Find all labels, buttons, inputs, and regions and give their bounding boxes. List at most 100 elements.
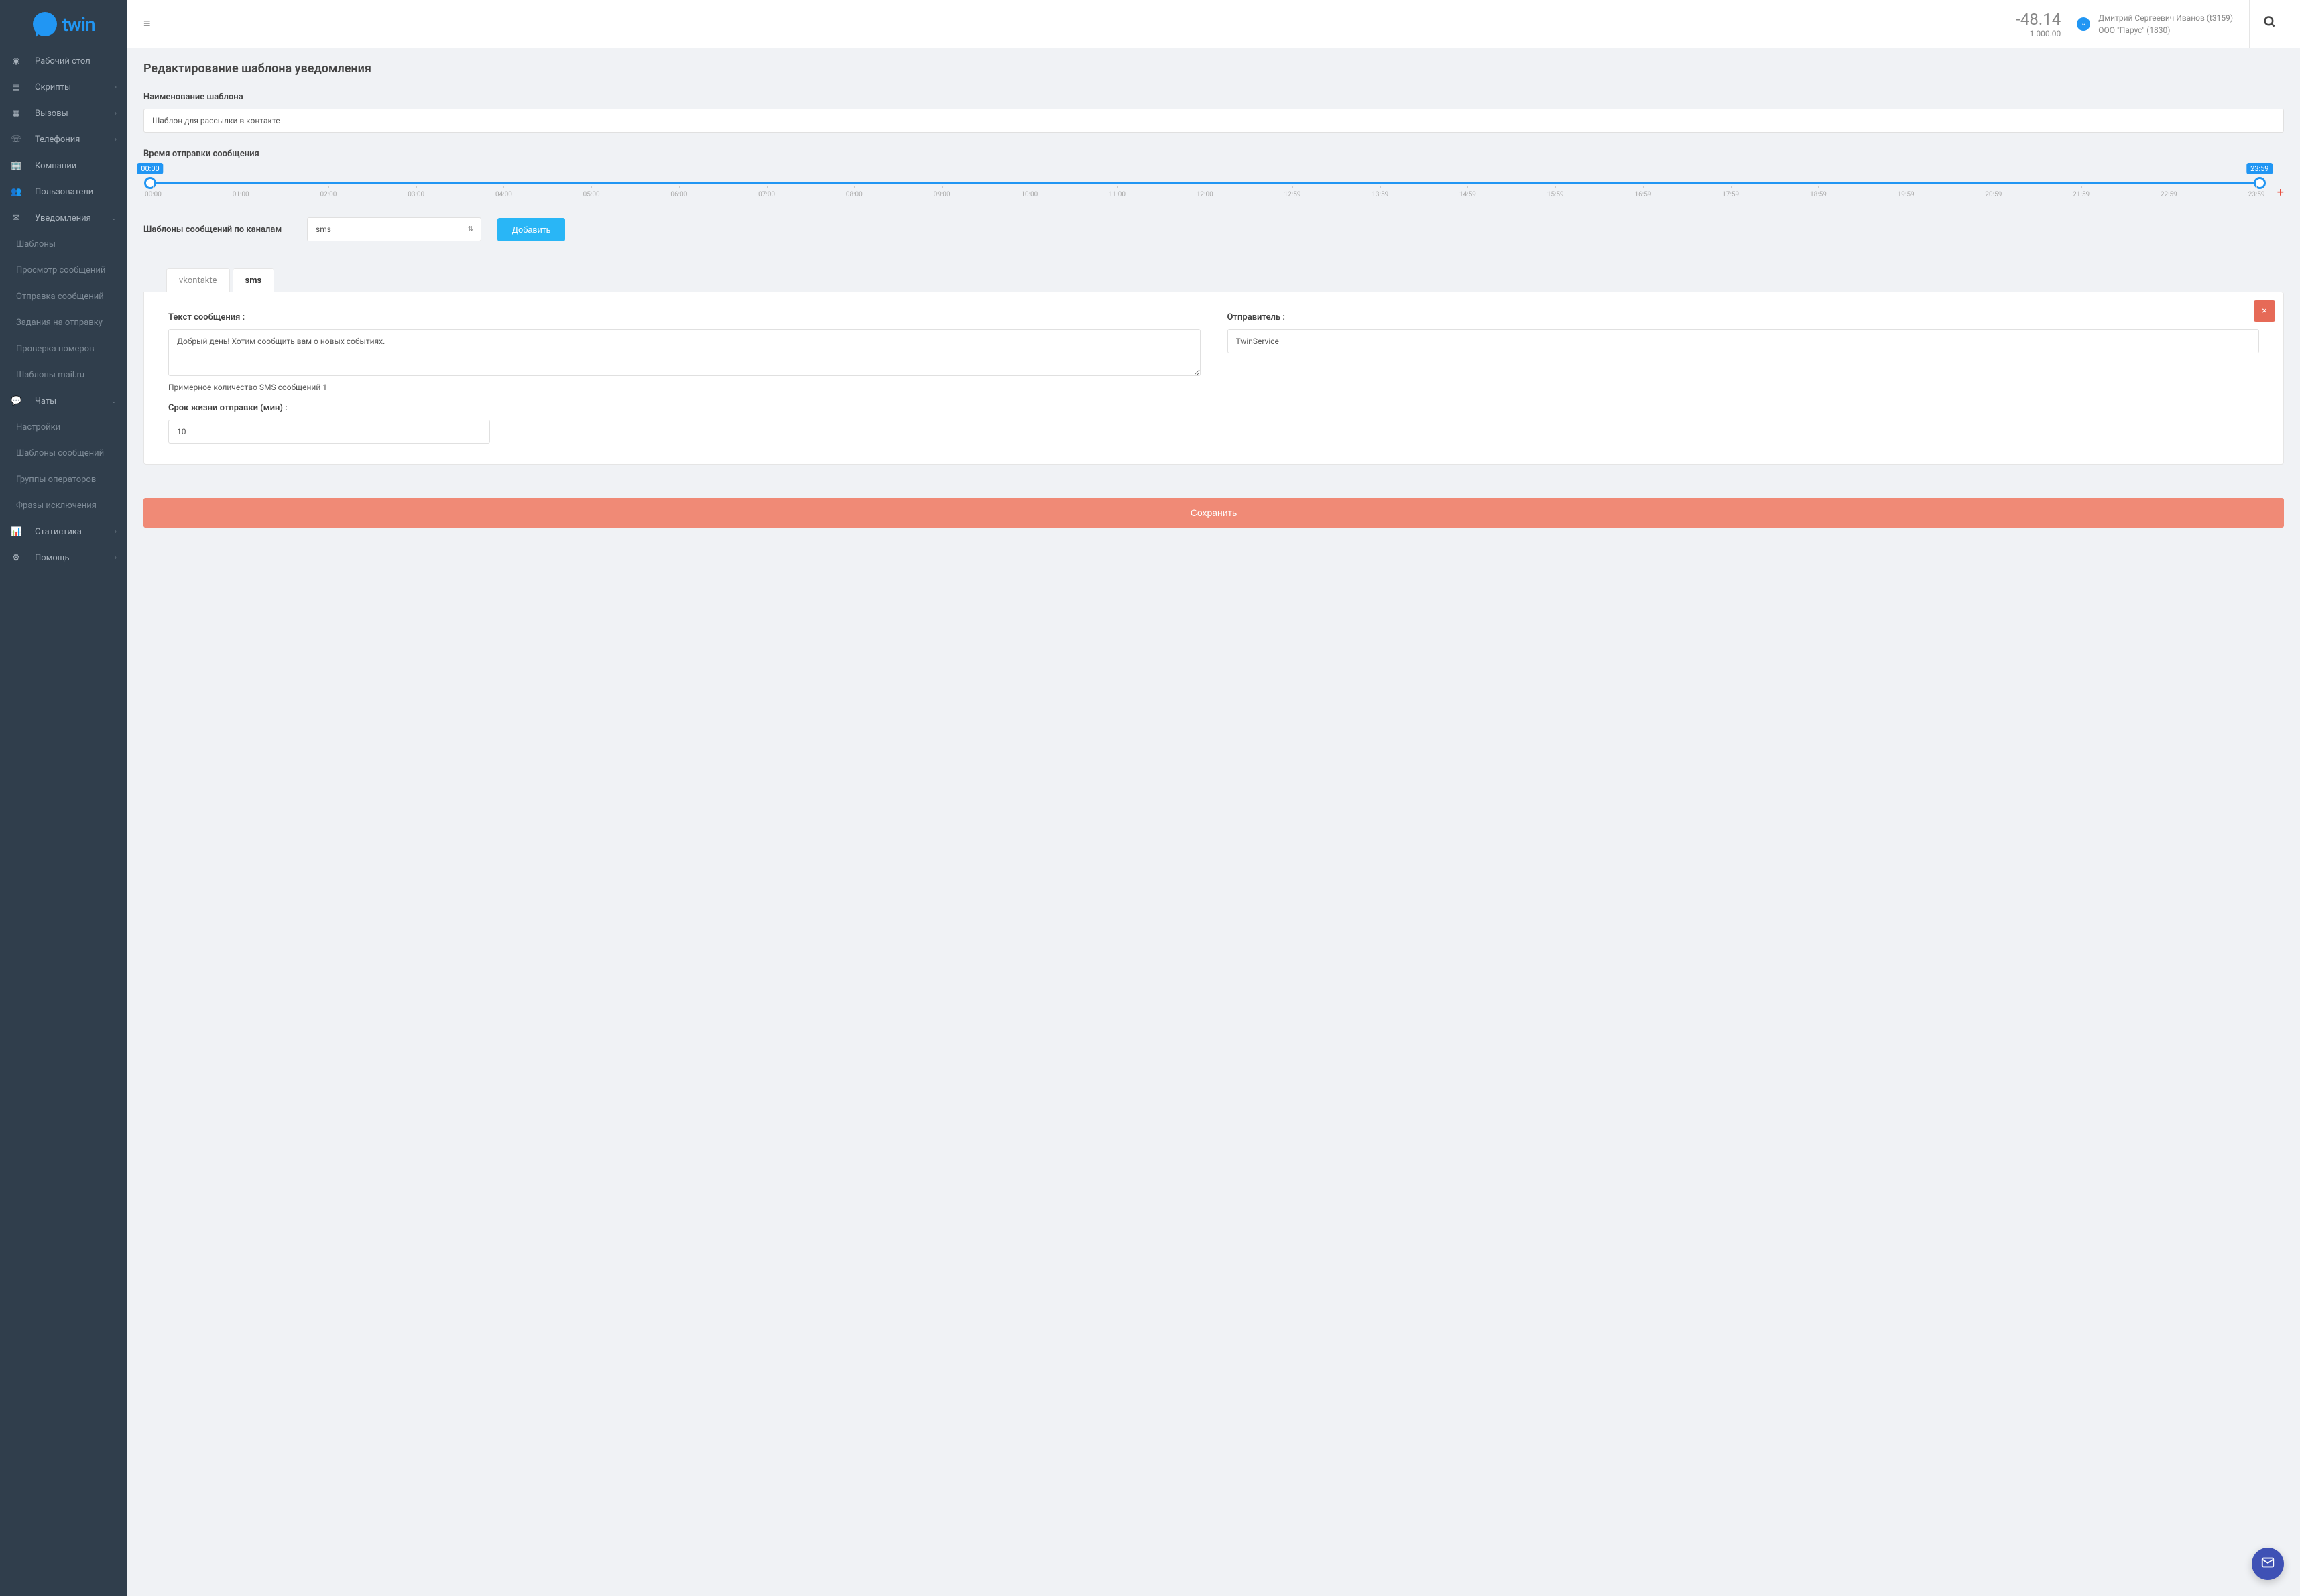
chevron-right-icon: › — [115, 136, 117, 143]
tab-vkontakte[interactable]: vkontakte — [166, 268, 230, 292]
sub-nav-item[interactable]: Настройки — [0, 414, 127, 440]
users-icon: 👥 — [11, 187, 21, 197]
gear-icon: ⚙ — [11, 553, 21, 563]
message-text-label: Текст сообщения : — [168, 312, 1201, 322]
nav-label: Рабочий стол — [35, 56, 117, 66]
sub-nav-item[interactable]: Отправка сообщений — [0, 284, 127, 310]
slider-tick: 10:00 — [1021, 191, 1038, 198]
sub-nav-item[interactable]: Группы операторов — [0, 467, 127, 493]
add-time-range-button[interactable]: + — [2277, 166, 2284, 200]
sub-nav-item[interactable]: Шаблоны — [0, 231, 127, 257]
sender-input[interactable] — [1227, 329, 2260, 353]
page-title: Редактирование шаблона уведомления — [143, 62, 2284, 76]
sub-nav-item[interactable]: Шаблоны mail.ru — [0, 362, 127, 388]
slider-tick: 21:59 — [2073, 191, 2090, 198]
slider-tick: 11:00 — [1109, 191, 1126, 198]
slider-handle-end[interactable] — [2254, 177, 2266, 189]
dashboard-icon: ◉ — [11, 56, 21, 66]
sub-nav-item[interactable]: Шаблоны сообщений — [0, 440, 127, 467]
sub-nav-item[interactable]: Просмотр сообщений — [0, 257, 127, 284]
script-icon: ▤ — [11, 82, 21, 93]
chat-icon: 💬 — [11, 396, 21, 406]
phone-icon: ☏ — [11, 135, 21, 145]
nav-label: Помощь — [35, 553, 115, 563]
balance-badge-icon[interactable]: ⌄ — [2077, 17, 2090, 31]
slider-tick: 13:59 — [1372, 191, 1388, 198]
content: Редактирование шаблона уведомления Наиме… — [127, 48, 2300, 1596]
sub-nav-item[interactable]: Проверка номеров — [0, 336, 127, 362]
nav-label: Скрипты — [35, 82, 115, 93]
chevron-right-icon: › — [115, 554, 117, 562]
slider-tick: 05:00 — [583, 191, 600, 198]
message-text-input[interactable]: Добрый день! Хотим сообщить вам о новых … — [168, 329, 1201, 376]
slider-start-tooltip: 00:00 — [137, 163, 163, 174]
slider-tick: 19:59 — [1898, 191, 1915, 198]
add-channel-button[interactable]: Добавить — [497, 218, 565, 241]
sidebar-item-stats[interactable]: 📊 Статистика › — [0, 519, 127, 545]
slider-tick: 23:59 — [2248, 191, 2265, 198]
nav-label: Компании — [35, 161, 117, 171]
chart-icon: 📊 — [11, 527, 21, 537]
slider-tick: 16:59 — [1634, 191, 1651, 198]
search-button[interactable] — [2249, 0, 2289, 48]
channel-select[interactable]: sms — [307, 217, 481, 241]
slider-tick: 04:00 — [495, 191, 512, 198]
chevron-right-icon: › — [115, 528, 117, 536]
chevron-right-icon: › — [115, 110, 117, 117]
sidebar-item-4[interactable]: 🏢 Компании — [0, 153, 127, 179]
slider-tick: 22:59 — [2161, 191, 2177, 198]
menu-toggle-icon[interactable]: ≡ — [138, 11, 156, 36]
sidebar-item-5[interactable]: 👥Пользователи — [0, 179, 127, 205]
slider-tick: 15:59 — [1547, 191, 1564, 198]
calendar-icon: ▦ — [11, 109, 21, 119]
balance-sub: 1 000.00 — [2016, 29, 2061, 38]
sidebar-item-3[interactable]: ☏Телефония› — [0, 127, 127, 153]
balance-main: -48.14 — [2016, 10, 2061, 29]
slider-tick: 17:59 — [1722, 191, 1739, 198]
nav-label: Чаты — [35, 396, 111, 406]
save-button[interactable]: Сохранить — [143, 498, 2284, 528]
sidebar-item-help[interactable]: ⚙ Помощь › — [0, 545, 127, 571]
user-block[interactable]: Дмитрий Сергеевич Иванов (t3159) ООО "Па… — [2098, 12, 2244, 36]
tab-panel: × Текст сообщения : Добрый день! Хотим с… — [143, 292, 2284, 465]
slider-tick: 14:59 — [1459, 191, 1476, 198]
slider-tick: 09:00 — [934, 191, 951, 198]
building-icon: 🏢 — [11, 161, 21, 171]
logo[interactable]: twin — [0, 0, 127, 48]
slider-tick: 08:00 — [846, 191, 863, 198]
sidebar-item-chats[interactable]: 💬 Чаты ⌄ — [0, 388, 127, 414]
sidebar-item-0[interactable]: ◉ Рабочий стол — [0, 48, 127, 74]
search-icon — [2263, 15, 2277, 32]
template-name-input[interactable] — [143, 109, 2284, 133]
envelope-icon — [2260, 1555, 2275, 1573]
tab-sms[interactable]: sms — [233, 268, 275, 292]
slider-tick: 12:00 — [1197, 191, 1213, 198]
slider-end-tooltip: 23:59 — [2246, 163, 2273, 174]
slider-tick: 00:00 — [145, 191, 162, 198]
channel-label: Шаблоны сообщений по каналам — [143, 225, 291, 235]
chat-fab[interactable] — [2252, 1548, 2284, 1580]
nav-label: Уведомления — [35, 213, 111, 223]
slider-handle-start[interactable] — [144, 177, 156, 189]
sub-nav-item[interactable]: Фразы исключения — [0, 493, 127, 519]
ttl-label: Срок жизни отправки (мин) : — [168, 403, 1201, 413]
user-name: Дмитрий Сергеевич Иванов (t3159) — [2098, 12, 2233, 24]
mail-icon: ✉ — [11, 213, 21, 223]
template-name-label: Наименование шаблона — [143, 92, 2284, 102]
sidebar-item-1[interactable]: ▤ Скрипты› — [0, 74, 127, 101]
slider-tick: 12:59 — [1284, 191, 1301, 198]
ttl-input[interactable] — [168, 420, 490, 444]
chevron-down-icon: ⌄ — [111, 397, 117, 405]
slider-tick: 01:00 — [233, 191, 249, 198]
time-label: Время отправки сообщения — [143, 149, 2284, 159]
sms-count-hint: Примерное количество SMS сообщений 1 — [168, 383, 1201, 392]
slider-tick: 06:00 — [670, 191, 687, 198]
close-panel-button[interactable]: × — [2254, 300, 2275, 322]
time-range-slider[interactable]: 00:00 23:59 00:0001:0002:0003:0004:0005:… — [143, 166, 2266, 201]
chevron-right-icon: › — [115, 84, 117, 91]
sub-nav-item[interactable]: Задания на отправку — [0, 310, 127, 336]
sidebar-item-6[interactable]: ✉ Уведомления⌄ — [0, 205, 127, 231]
chevron-down-icon: ⌄ — [111, 214, 117, 222]
nav-label: Вызовы — [35, 109, 115, 119]
sidebar-item-2[interactable]: ▦ Вызовы› — [0, 101, 127, 127]
